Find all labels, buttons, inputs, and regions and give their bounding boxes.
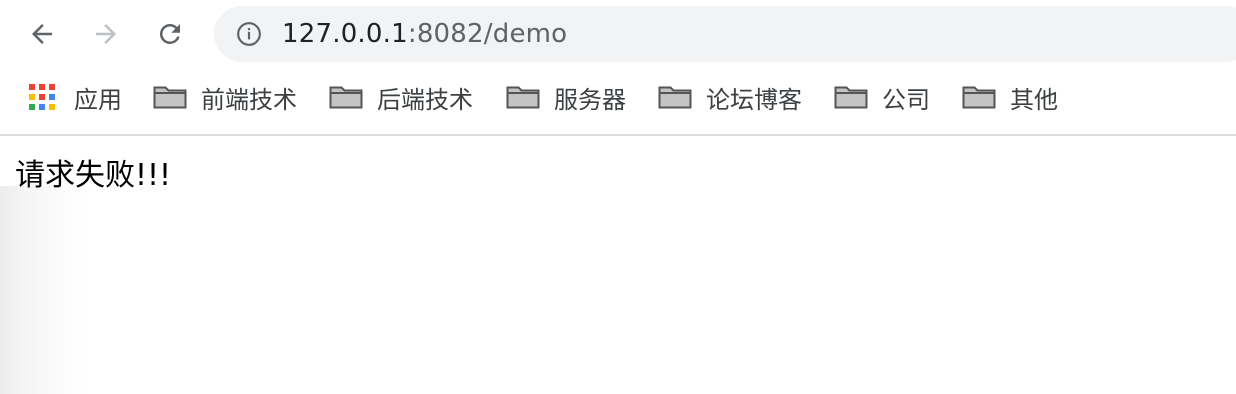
bookmark-apps[interactable]: 应用 bbox=[28, 82, 122, 114]
address-bar[interactable]: 127.0.0.1:8082/demo bbox=[214, 6, 1236, 62]
bookmark-label: 前端技术 bbox=[201, 85, 297, 114]
folder-icon bbox=[658, 86, 692, 109]
bookmark-label: 服务器 bbox=[554, 85, 626, 114]
edge-shadow bbox=[0, 186, 86, 394]
bookmark-folder-frontend[interactable]: 前端技术 bbox=[153, 82, 297, 114]
folder-icon bbox=[962, 86, 996, 109]
browser-toolbar: 127.0.0.1:8082/demo bbox=[0, 0, 1236, 68]
reload-button[interactable] bbox=[150, 14, 190, 54]
bookmark-label: 其他 bbox=[1010, 85, 1058, 114]
error-message: 请求失败!!! bbox=[15, 158, 172, 193]
bookmark-label: 应用 bbox=[74, 85, 122, 114]
folder-icon bbox=[329, 86, 363, 109]
back-button[interactable] bbox=[22, 14, 62, 54]
folder-icon bbox=[153, 86, 187, 109]
bookmark-folder-other[interactable]: 其他 bbox=[962, 82, 1058, 114]
url-host: 127.0.0.1 bbox=[282, 19, 408, 49]
bookmark-folder-forum-blog[interactable]: 论坛博客 bbox=[658, 82, 802, 114]
arrow-left-icon bbox=[32, 24, 52, 44]
bookmark-label: 公司 bbox=[882, 85, 930, 114]
forward-button[interactable] bbox=[86, 14, 126, 54]
bookmark-label: 论坛博客 bbox=[706, 85, 802, 114]
bookmark-folder-backend[interactable]: 后端技术 bbox=[329, 82, 473, 114]
bookmark-folder-company[interactable]: 公司 bbox=[834, 82, 930, 114]
url-path: :8082/demo bbox=[407, 19, 568, 49]
bookmarks-bar: 应用 前端技术 后端技术 服务器 论坛博客 公司 其他 bbox=[0, 68, 1236, 136]
page-content: 请求失败!!! bbox=[0, 136, 1236, 394]
reload-icon bbox=[159, 23, 180, 44]
folder-icon bbox=[834, 86, 868, 109]
info-icon[interactable] bbox=[236, 21, 262, 47]
bookmark-folder-server[interactable]: 服务器 bbox=[506, 82, 626, 114]
bookmark-label: 后端技术 bbox=[377, 85, 473, 114]
apps-grid-icon bbox=[29, 84, 55, 110]
url-text[interactable]: 127.0.0.1:8082/demo bbox=[282, 17, 567, 51]
folder-icon bbox=[506, 86, 540, 109]
arrow-right-icon bbox=[96, 24, 116, 44]
